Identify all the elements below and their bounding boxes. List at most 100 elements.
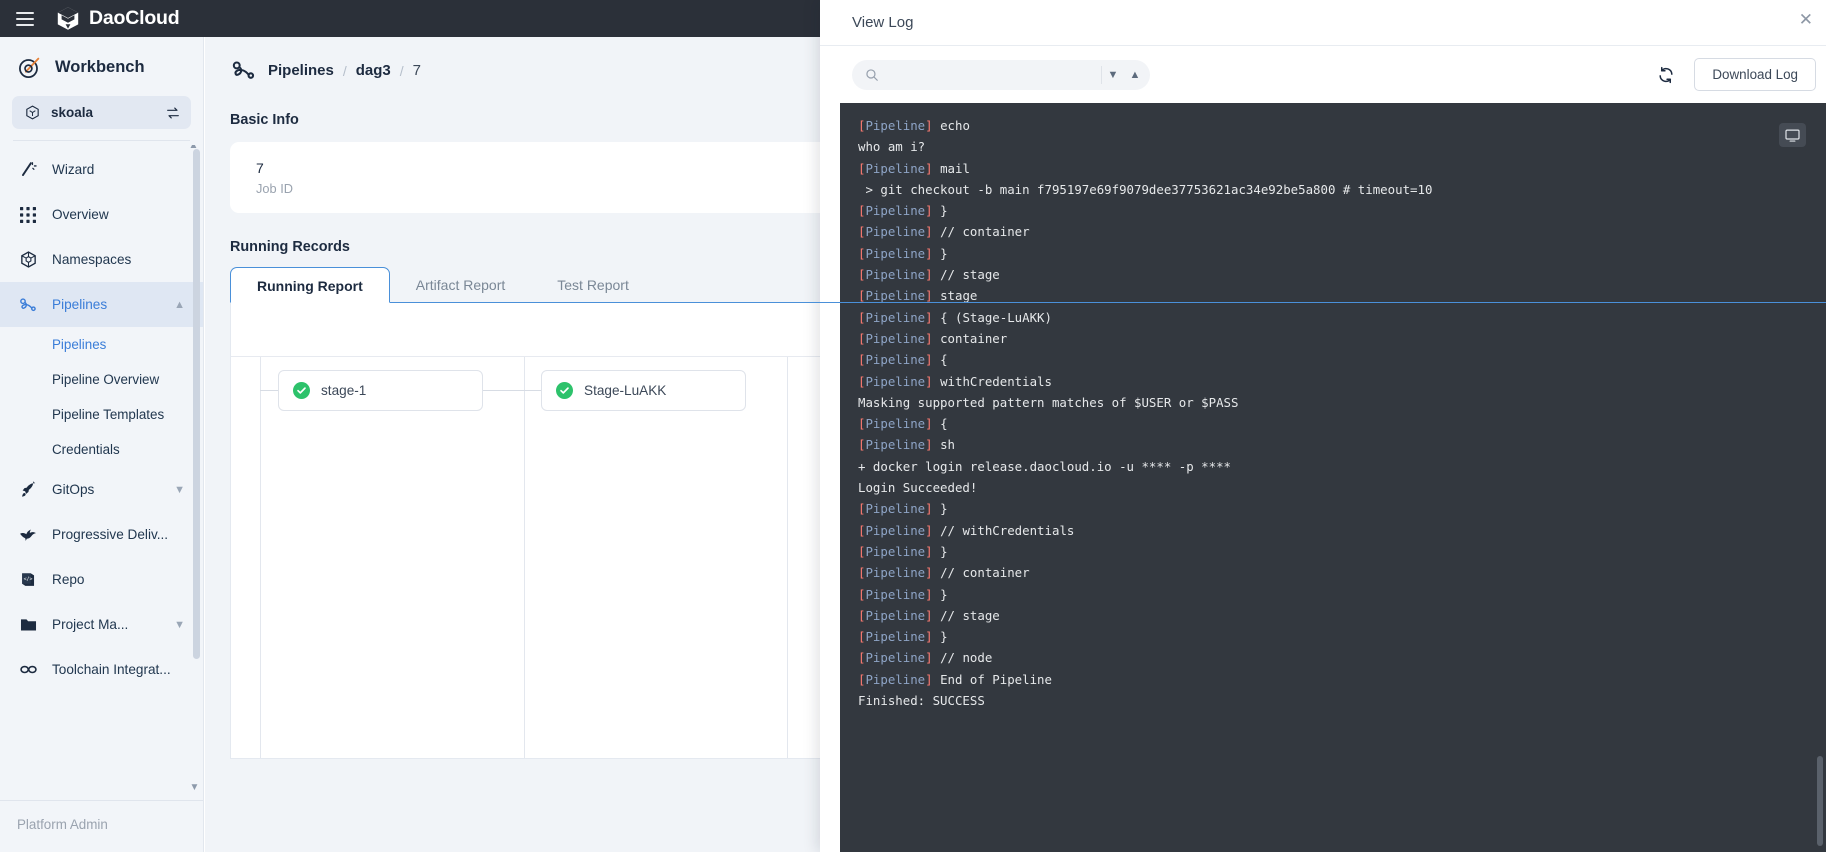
workbench-icon — [17, 55, 42, 80]
sidebar-item-label: GitOps — [52, 482, 94, 497]
sidebar-subitem-label: Credentials — [52, 442, 120, 457]
platform-admin-section[interactable]: Platform Admin — [0, 800, 203, 852]
breadcrumb-separator: / — [343, 63, 347, 79]
log-line: [Pipeline] // withCredentials — [858, 520, 1826, 541]
workbench-header[interactable]: Workbench — [0, 37, 203, 96]
fullscreen-icon[interactable] — [1779, 123, 1806, 147]
bird-icon — [17, 525, 39, 545]
sidebar-subitem-label: Pipelines — [52, 337, 106, 352]
sidebar-item-label: Namespaces — [52, 252, 131, 267]
sidebar-subitem-pipelines[interactable]: Pipelines — [0, 327, 203, 362]
toolbar-actions: Download Log — [1656, 58, 1826, 91]
tab-artifact-report[interactable]: Artifact Report — [390, 267, 531, 303]
sidebar-scrollbar[interactable]: ▲ — [193, 149, 200, 659]
log-line: [Pipeline] withCredentials — [858, 371, 1826, 392]
log-line: [Pipeline] { — [858, 349, 1826, 370]
search-icon — [865, 68, 879, 82]
svg-text:</>: </> — [23, 576, 32, 582]
hamburger-icon[interactable] — [16, 12, 34, 26]
log-line: [Pipeline] End of Pipeline — [858, 669, 1826, 690]
pipelines-icon — [230, 57, 257, 84]
brand-logo[interactable]: DaoCloud — [56, 6, 179, 31]
sidebar-item-project-management[interactable]: Project Ma... ▼ — [0, 602, 203, 647]
log-line: + docker login release.daocloud.io -u **… — [858, 456, 1826, 477]
close-icon[interactable]: ✕ — [1795, 7, 1817, 32]
sidebar-subitem-label: Pipeline Overview — [52, 372, 159, 387]
breadcrumb-separator: / — [400, 63, 404, 79]
chevron-down-icon[interactable]: ▼ — [174, 484, 185, 496]
switch-icon[interactable] — [165, 105, 181, 121]
log-line: Login Succeeded! — [858, 477, 1826, 498]
log-line: [Pipeline] // container — [858, 221, 1826, 242]
sidebar-item-wizard[interactable]: Wizard — [0, 147, 203, 192]
field-label: Job ID — [256, 181, 293, 196]
sidebar-item-label: Progressive Deliv... — [52, 527, 168, 542]
log-line: [Pipeline] { (Stage-LuAKK) — [858, 307, 1826, 328]
workspace-selector[interactable]: skoala — [12, 96, 191, 129]
log-line: [Pipeline] } — [858, 243, 1826, 264]
log-scrollbar[interactable] — [1817, 756, 1823, 846]
log-line: Masking supported pattern matches of $US… — [858, 392, 1826, 413]
log-line: [Pipeline] // stage — [858, 605, 1826, 626]
field-job-id: 7 Job ID — [256, 160, 293, 196]
tab-running-report[interactable]: Running Report — [230, 267, 390, 303]
grid-icon — [17, 206, 39, 224]
scroll-up-icon[interactable]: ▲ — [188, 145, 199, 151]
sidebar-item-label: Toolchain Integrat... — [52, 662, 171, 677]
sidebar-item-progressive-delivery[interactable]: Progressive Deliv... — [0, 512, 203, 557]
stage-node-label: Stage-LuAKK — [584, 383, 666, 398]
log-line: [Pipeline] } — [858, 541, 1826, 562]
view-log-toolbar: ▼ ▲ Download Log — [820, 46, 1826, 103]
cube-icon — [17, 250, 39, 269]
sidebar-item-overview[interactable]: Overview — [0, 192, 203, 237]
app-root: DaoCloud Workbench skoala — [0, 0, 1826, 852]
download-log-button[interactable]: Download Log — [1694, 58, 1816, 91]
sidebar-item-toolchain-integration[interactable]: Toolchain Integrat... — [0, 647, 203, 692]
log-line: [Pipeline] { — [858, 413, 1826, 434]
sidebar-subitem-pipeline-templates[interactable]: Pipeline Templates — [0, 397, 203, 432]
stage-node-label: stage-1 — [321, 383, 366, 398]
workspace-icon — [24, 104, 41, 121]
wand-icon — [17, 160, 39, 179]
sidebar-item-label: Repo — [52, 572, 85, 587]
log-search[interactable]: ▼ ▲ — [852, 60, 1150, 90]
sidebar-item-label: Project Ma... — [52, 617, 128, 632]
check-circle-icon — [293, 382, 310, 399]
scroll-down-icon[interactable]: ▼ — [189, 782, 200, 793]
log-line: who am i? — [858, 136, 1826, 157]
chevron-up-icon[interactable]: ▲ — [174, 299, 185, 311]
breadcrumb-item-pipelines[interactable]: Pipelines — [268, 62, 334, 79]
platform-admin-label: Platform Admin — [17, 817, 108, 832]
chevron-down-icon[interactable]: ▼ — [174, 619, 185, 631]
refresh-icon[interactable] — [1656, 65, 1676, 85]
sidebar-item-label: Overview — [52, 207, 109, 222]
log-line: [Pipeline] mail — [858, 158, 1826, 179]
chevron-down-icon[interactable]: ▼ — [1102, 69, 1124, 81]
search-input[interactable] — [888, 67, 1101, 82]
field-value: 7 — [256, 160, 293, 176]
workbench-label: Workbench — [55, 58, 145, 77]
sidebar-subitem-credentials[interactable]: Credentials — [0, 432, 203, 467]
sidebar-item-namespaces[interactable]: Namespaces — [0, 237, 203, 282]
sidebar-item-gitops[interactable]: GitOps ▼ — [0, 467, 203, 512]
log-line: [Pipeline] } — [858, 584, 1826, 605]
sidebar-item-pipelines[interactable]: Pipelines ▲ — [0, 282, 203, 327]
graph-column-divider — [260, 357, 261, 758]
tab-test-report[interactable]: Test Report — [531, 267, 655, 303]
log-line: [Pipeline] // node — [858, 647, 1826, 668]
brand-text: DaoCloud — [89, 7, 179, 30]
sidebar-item-repo[interactable]: </> Repo — [0, 557, 203, 602]
log-line: Finished: SUCCESS — [858, 690, 1826, 711]
stage-node-stage-luakk[interactable]: Stage-LuAKK — [541, 370, 746, 411]
sidebar: Workbench skoala — [0, 37, 204, 852]
log-line: [Pipeline] sh — [858, 434, 1826, 455]
pipelines-icon — [17, 295, 39, 315]
graph-column-divider — [524, 357, 525, 758]
chevron-up-icon[interactable]: ▲ — [1124, 69, 1146, 81]
stage-node-stage-1[interactable]: stage-1 — [278, 370, 483, 411]
breadcrumb-item-current: 7 — [413, 62, 421, 79]
log-viewer[interactable]: [Pipeline] echowho am i?[Pipeline] mail … — [840, 103, 1826, 852]
search-nav-buttons: ▼ ▲ — [1101, 66, 1146, 84]
breadcrumb-item-dag3[interactable]: dag3 — [356, 62, 391, 79]
sidebar-subitem-pipeline-overview[interactable]: Pipeline Overview — [0, 362, 203, 397]
